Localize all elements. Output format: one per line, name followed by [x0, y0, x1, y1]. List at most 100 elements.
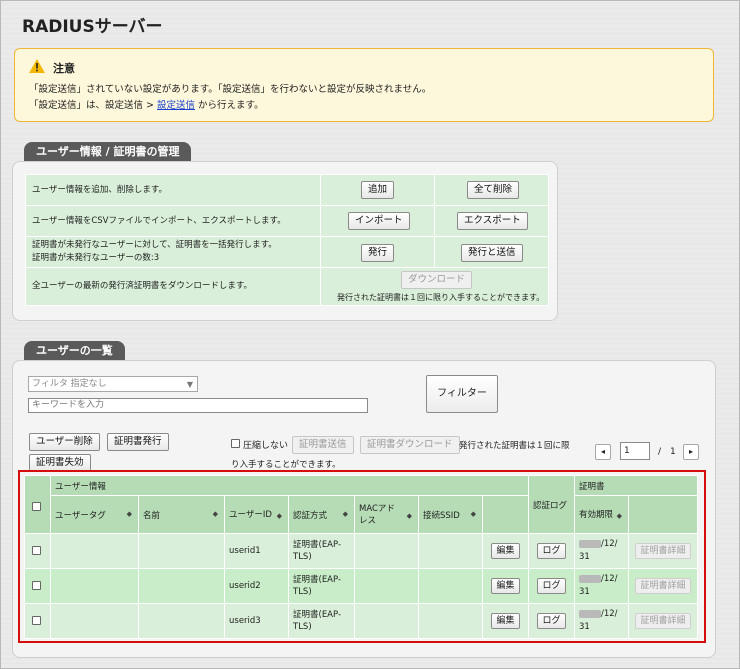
redacted-year	[579, 574, 601, 583]
send-cert-button[interactable]: 証明書送信	[292, 436, 354, 454]
user-list-table: ユーザー情報 認証ログ 証明書 ユーザータグ ◆ 名前 ◆ ユーザーID ◆ 認証方式…	[24, 475, 698, 639]
management-table: ユーザー情報を追加、削除します。 追加 全て削除 ユーザー情報をCSVファイルで…	[25, 174, 549, 306]
delete-all-button[interactable]: 全て削除	[467, 181, 520, 199]
auth-method-cell: 証明書(EAP-TLS)	[288, 533, 355, 569]
expiry-header-label: 有効期限	[579, 509, 614, 520]
cert-note-line2: り入手することができます。	[231, 460, 341, 470]
management-desc: 証明書が未発行なユーザーに対して、証明書を一括発行します。 証明書が未発行なユー…	[25, 236, 321, 268]
expiry-cell: /12/31	[574, 603, 629, 639]
log-button[interactable]: ログ	[537, 613, 566, 629]
cert-group-header: 証明書	[574, 475, 698, 496]
user-info-group-header: ユーザー情報	[50, 475, 529, 496]
auth-method-header[interactable]: 認証方式 ◆	[288, 495, 355, 534]
name-header-label: 名前	[143, 510, 161, 521]
expiry-header[interactable]: 有効期限 ◆	[574, 495, 629, 534]
notice-line2: 「設定送信」は、設定送信 > 設定送信 から行えます。	[29, 97, 264, 111]
expiry-cell: /12/31	[574, 568, 629, 604]
auth-method-header-label: 認証方式	[293, 510, 328, 521]
issue-cert-button[interactable]: 証明書発行	[107, 433, 169, 451]
import-button[interactable]: インポート	[348, 212, 410, 230]
sort-icon: ◆	[470, 509, 476, 518]
sort-icon: ◆	[126, 509, 132, 518]
download-note: 発行された証明書は１回に限り入手することができます。	[337, 293, 545, 302]
no-compress-checkbox[interactable]	[231, 439, 240, 448]
chevron-down-icon: ▼	[186, 380, 193, 389]
management-desc: 全ユーザーの最新の発行済証明書をダウンロードします。	[25, 267, 321, 306]
warning-icon	[29, 59, 45, 73]
ssid-cell	[418, 568, 483, 604]
name-cell	[138, 533, 225, 569]
filter-select[interactable]: フィルタ 指定なし ▼	[28, 376, 198, 392]
download-cert-button[interactable]: 証明書ダウンロード	[360, 436, 460, 454]
user-tag-header[interactable]: ユーザータグ ◆	[50, 495, 139, 534]
download-button[interactable]: ダウンロード	[401, 271, 473, 289]
select-all-checkbox[interactable]	[32, 502, 41, 511]
unissued-count: 証明書が未発行なユーザーの数:3	[32, 253, 160, 263]
mac-cell	[354, 533, 419, 569]
table-row: userid1 証明書(EAP-TLS) 編集 ログ /12/31 証明書詳細	[24, 533, 698, 569]
user-list-table-highlight: ユーザー情報 認証ログ 証明書 ユーザータグ ◆ 名前 ◆ ユーザーID ◆ 認証方式…	[18, 470, 706, 643]
edit-button[interactable]: 編集	[491, 578, 520, 594]
sort-icon: ◆	[342, 509, 348, 518]
name-cell	[138, 568, 225, 604]
log-button[interactable]: ログ	[537, 578, 566, 594]
auth-method-cell: 証明書(EAP-TLS)	[288, 568, 355, 604]
send-settings-link[interactable]: 設定送信	[157, 100, 195, 111]
ssid-cell	[418, 533, 483, 569]
row-checkbox[interactable]	[32, 546, 41, 555]
row-checkbox[interactable]	[32, 616, 41, 625]
expiry-day: 31	[579, 622, 590, 632]
row-checkbox[interactable]	[32, 581, 41, 590]
edit-button[interactable]: 編集	[491, 543, 520, 559]
page-title: RADIUSサーバー	[22, 17, 163, 37]
ssid-cell	[418, 603, 483, 639]
sort-icon: ◆	[616, 511, 622, 520]
name-header[interactable]: 名前 ◆	[138, 495, 225, 534]
log-button[interactable]: ログ	[537, 543, 566, 559]
prev-page-icon[interactable]: ◂	[595, 444, 611, 460]
redacted-year	[579, 609, 601, 618]
edit-column-header	[482, 495, 529, 534]
next-page-icon[interactable]: ▸	[683, 444, 699, 460]
no-compress-label: 圧縮しない	[243, 441, 289, 451]
user-id-header[interactable]: ユーザーID ◆	[224, 495, 289, 534]
cert-detail-button[interactable]: 証明書詳細	[635, 543, 691, 559]
expiry-day: 31	[579, 587, 590, 597]
page-number-input[interactable]: 1	[620, 442, 650, 460]
user-id-header-label: ユーザーID	[229, 509, 272, 520]
edit-button[interactable]: 編集	[491, 613, 520, 629]
management-desc-line1: 証明書が未発行なユーザーに対して、証明書を一括発行します。	[32, 240, 277, 250]
management-row-add: ユーザー情報を追加、削除します。 追加 全て削除	[25, 174, 549, 206]
issue-and-send-button[interactable]: 発行と送信	[461, 244, 523, 262]
user-id-cell: userid3	[224, 603, 289, 639]
add-button[interactable]: 追加	[361, 181, 395, 199]
issue-button[interactable]: 発行	[361, 244, 395, 262]
name-cell	[138, 603, 225, 639]
auth-method-cell: 証明書(EAP-TLS)	[288, 603, 355, 639]
ssid-header-label: 接続SSID	[423, 510, 460, 521]
table-header-group-row: ユーザー情報 認証ログ 証明書	[24, 475, 698, 534]
sort-icon: ◆	[212, 509, 218, 518]
user-id-cell: userid2	[224, 568, 289, 604]
ssid-header[interactable]: 接続SSID ◆	[418, 495, 483, 534]
page-total: 1	[670, 447, 676, 457]
notice-line1: 「設定送信」されていない設定があります。「設定送信」を行わないと設定が反映されま…	[29, 84, 432, 95]
table-header-row: ユーザータグ ◆ 名前 ◆ ユーザーID ◆ 認証方式 ◆ MACアドレス ◆ 接続SSI…	[25, 495, 698, 534]
cert-detail-button[interactable]: 証明書詳細	[635, 578, 691, 594]
notice-line2-pre: 「設定送信」は、設定送信 >	[29, 100, 157, 111]
management-desc: ユーザー情報を追加、削除します。	[25, 174, 321, 206]
filter-button[interactable]: フィルター	[426, 375, 498, 413]
notice-line2-post: から行えます。	[195, 100, 264, 111]
expiry-cell: /12/31	[574, 533, 629, 569]
mac-header[interactable]: MACアドレス ◆	[354, 495, 419, 534]
export-button[interactable]: エクスポート	[457, 212, 528, 230]
management-desc: ユーザー情報をCSVファイルでインポート、エクスポートします。	[25, 205, 321, 237]
delete-user-button[interactable]: ユーザー削除	[29, 433, 100, 451]
mac-cell	[354, 568, 419, 604]
cert-detail-button[interactable]: 証明書詳細	[635, 613, 691, 629]
keyword-input[interactable]: キーワードを入力	[28, 398, 368, 413]
management-row-issue: 証明書が未発行なユーザーに対して、証明書を一括発行します。 証明書が未発行なユー…	[25, 236, 549, 268]
expiry-day: 31	[579, 552, 590, 562]
notice-heading: 注意	[53, 62, 75, 75]
user-tag-cell	[50, 603, 139, 639]
